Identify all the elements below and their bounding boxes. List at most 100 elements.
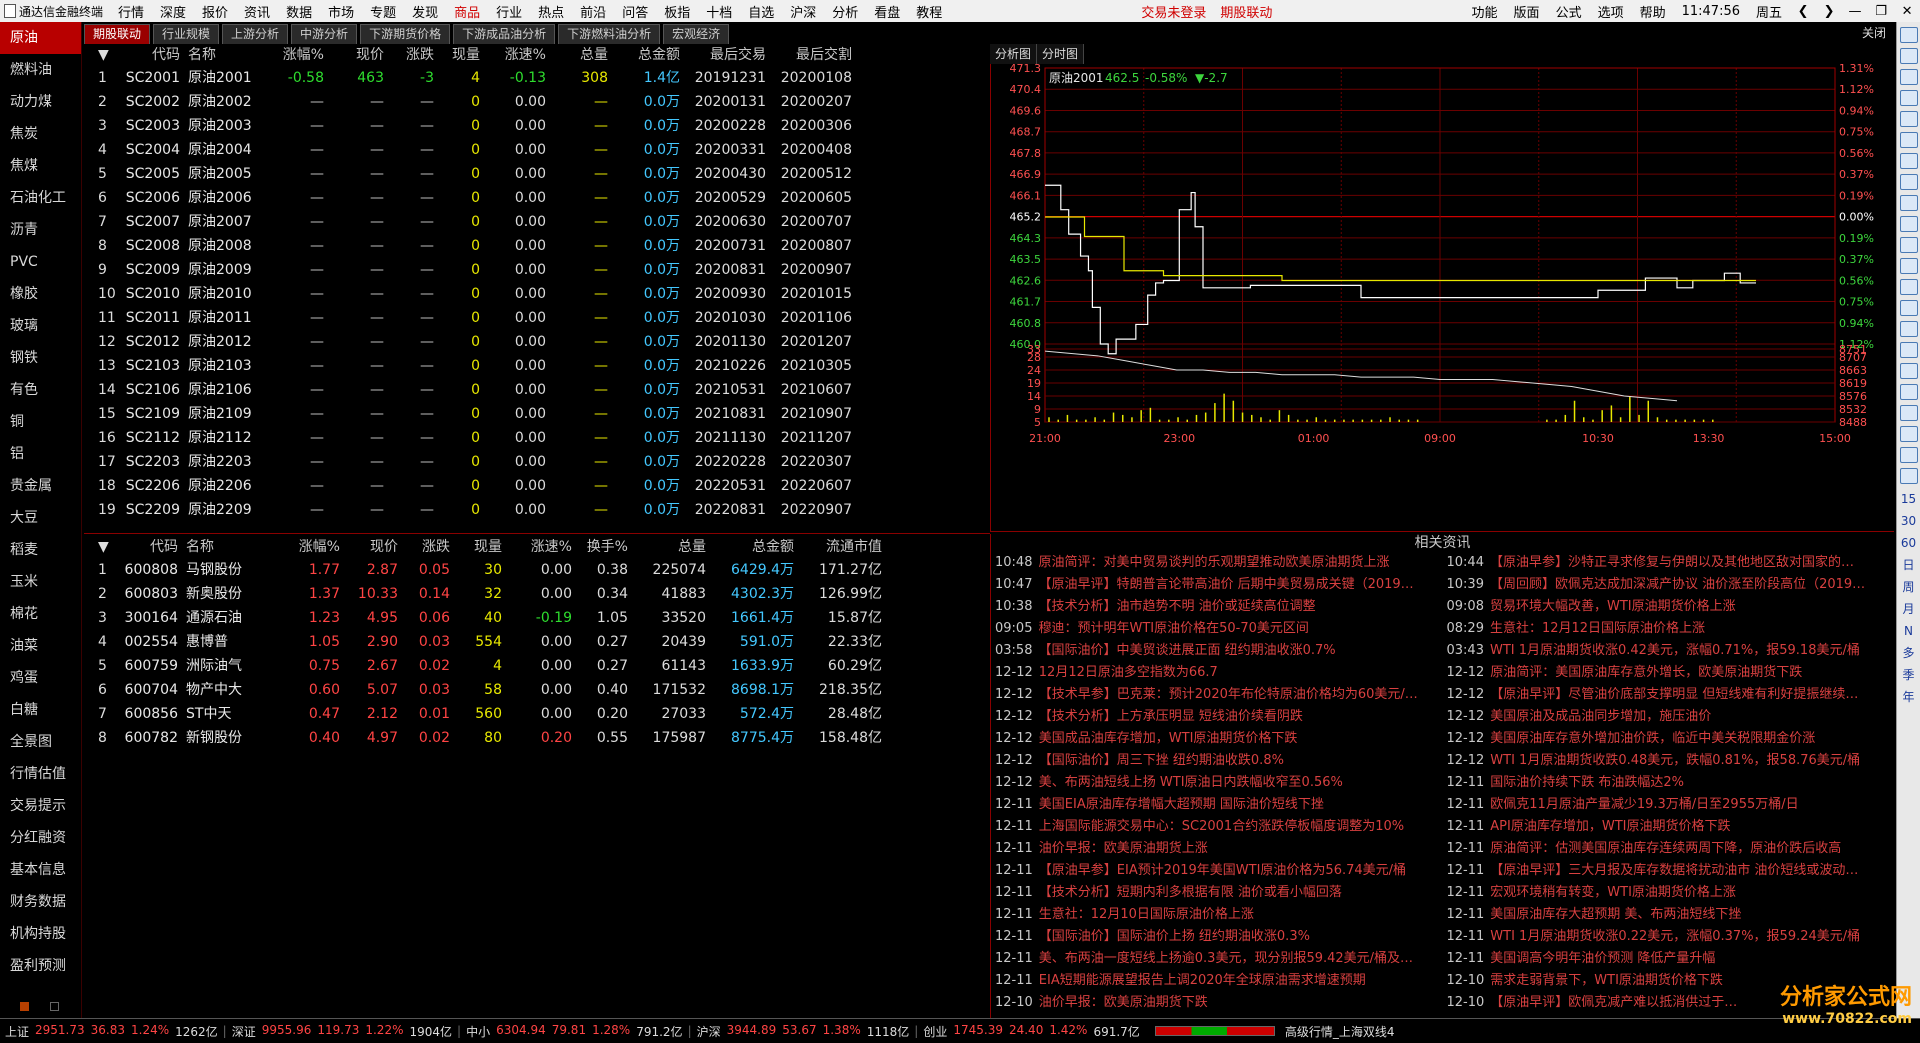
left-nav-item[interactable]: 财务数据 <box>0 886 81 918</box>
trade-login-status[interactable]: 交易未登录 <box>1134 2 1213 21</box>
left-nav-item[interactable]: 玻璃 <box>0 310 81 342</box>
table-row[interactable]: 1 600808 马钢股份 1.77 2.87 0.05 30 0.00 0.38 225074 6… <box>84 558 990 582</box>
news-item[interactable]: 12-11 【原油早参】EIA预计2019年美国WTI原油价格为56.74美元/桶 <box>995 860 1443 882</box>
toolbar-tool-icon[interactable] <box>1899 237 1918 253</box>
toolbar-tool-icon[interactable] <box>1899 216 1918 232</box>
menu-item[interactable]: 行业 <box>488 2 530 21</box>
back-icon[interactable]: ❮ <box>1790 4 1816 19</box>
table-row[interactable]: 4 SC2004 原油2004 — — — 0 0.00 — 0.0万 20200331 202004… <box>84 138 990 162</box>
left-nav-item[interactable]: 有色 <box>0 374 81 406</box>
column-header[interactable]: 现量 <box>438 44 484 66</box>
left-nav-item[interactable]: 机构持股 <box>0 918 81 950</box>
tab-6[interactable]: 下游燃料油分析 <box>558 24 661 44</box>
news-item[interactable]: 12-11 【原油早评】三大月报及库存数据将扰动油市 油价短线或波动… <box>1447 860 1895 882</box>
news-item[interactable]: 12-12 原油简评：美国原油库存意外增长，欧美原油期货下跌 <box>1447 662 1895 684</box>
period-button[interactable]: N <box>1897 620 1920 642</box>
index-quote[interactable]: 创业 1745.39 24.40 1.42% 691.7亿 <box>918 1023 1144 1040</box>
news-item[interactable]: 12-11 国际油价持续下跌 布油跌幅达2% <box>1447 772 1895 794</box>
news-item[interactable]: 12-12 【原油早评】尽管油价底部支撑明显 但短线难有利好提振继续… <box>1447 684 1895 706</box>
column-header[interactable]: 涨幅% <box>268 44 328 66</box>
column-header[interactable]: 换手% <box>576 536 632 558</box>
left-nav-item[interactable]: 动力煤 <box>0 86 81 118</box>
nav-square-icon[interactable] <box>20 1002 29 1011</box>
table-row[interactable]: 8 SC2008 原油2008 — — — 0 0.00 — 0.0万 20200731 202008… <box>84 234 990 258</box>
left-nav-item[interactable]: 贵金属 <box>0 470 81 502</box>
column-header[interactable]: 涨幅% <box>266 536 344 558</box>
left-nav-item[interactable]: 全景图 <box>0 726 81 758</box>
close-icon[interactable]: ✕ <box>1894 4 1920 19</box>
news-item[interactable]: 12-11 WTI 1月原油期货收涨0.22美元，涨幅0.37%，报59.24美元… <box>1447 926 1895 948</box>
toolbar-tool-icon[interactable] <box>1899 279 1918 295</box>
index-quote[interactable]: 中小 6304.94 79.81 1.28% 791.2亿 <box>461 1023 687 1040</box>
left-nav-item[interactable]: 白糖 <box>0 694 81 726</box>
table-row[interactable]: 2 600803 新奥股份 1.37 10.33 0.14 32 0.00 0.34 41883 4… <box>84 582 990 606</box>
news-item[interactable]: 12-12 WTI 1月原油期货收跌0.48美元，跌幅0.81%，报58.76美元… <box>1447 750 1895 772</box>
news-item[interactable]: 12-12 12月12日原油多空指数为66.7 <box>995 662 1443 684</box>
menu-item[interactable]: 问答 <box>614 2 656 21</box>
menu-item[interactable]: 热点 <box>530 2 572 21</box>
left-nav-item[interactable]: 基本信息 <box>0 854 81 886</box>
table-row[interactable]: 7 SC2007 原油2007 — — — 0 0.00 — 0.0万 20200630 202007… <box>84 210 990 234</box>
column-header[interactable]: 代码 <box>116 44 184 66</box>
news-item[interactable]: 10:44 【原油早参】沙特正寻求修复与伊朗以及其他地区敌对国家的… <box>1447 552 1895 574</box>
left-nav-item[interactable]: 大豆 <box>0 502 81 534</box>
column-header[interactable]: 现量 <box>454 536 506 558</box>
table-row[interactable]: 18 SC2206 原油2206 — — — 0 0.00 — 0.0万 20220531 20220… <box>84 474 990 498</box>
menu-item[interactable]: 板指 <box>656 2 698 21</box>
table-row[interactable]: 16 SC2112 原油2112 — — — 0 0.00 — 0.0万 20211130 20211… <box>84 426 990 450</box>
toolbar-tool-icon[interactable] <box>1899 132 1918 148</box>
sort-icon[interactable]: ▼ <box>84 44 116 66</box>
column-header[interactable]: 现价 <box>344 536 402 558</box>
left-nav-item[interactable]: 铜 <box>0 406 81 438</box>
news-item[interactable]: 12-11 生意社：12月10日国际原油价格上涨 <box>995 904 1443 926</box>
menu-item[interactable]: 沪深 <box>782 2 824 21</box>
menu-item[interactable]: 商品 <box>446 2 488 21</box>
tab-5[interactable]: 下游成品油分析 <box>453 24 556 44</box>
menu-item[interactable]: 前沿 <box>572 2 614 21</box>
menu-right-item[interactable]: 公式 <box>1548 2 1590 21</box>
left-nav-item[interactable]: 橡胶 <box>0 278 81 310</box>
news-item[interactable]: 09:08 贸易环境大幅改善，WTI原油期货价格上涨 <box>1447 596 1895 618</box>
index-quote[interactable]: 沪深 3944.89 53.67 1.38% 1118亿 <box>692 1023 915 1040</box>
news-item[interactable]: 12-11 【国际油价】国际油价上扬 纽约期油收涨0.3% <box>995 926 1443 948</box>
toolbar-tool-icon[interactable] <box>1899 48 1918 64</box>
toolbar-tool-icon[interactable] <box>1899 321 1918 337</box>
menu-item[interactable]: 报价 <box>194 2 236 21</box>
menu-item[interactable]: 数据 <box>278 2 320 21</box>
column-header[interactable]: 涨速% <box>506 536 576 558</box>
table-row[interactable]: 15 SC2109 原油2109 — — — 0 0.00 — 0.0万 20210831 20210… <box>84 402 990 426</box>
news-item[interactable]: 12-11 EIA短期能源展望报告上调2020年全球原油需求增速预期 <box>995 970 1443 992</box>
index-quote[interactable]: 深证 9955.96 119.73 1.22% 1904亿 <box>227 1023 457 1040</box>
toolbar-tool-icon[interactable] <box>1899 300 1918 316</box>
menu-item[interactable]: 行情 <box>110 2 152 21</box>
left-nav-item[interactable]: 钢铁 <box>0 342 81 374</box>
column-header[interactable]: 代码 <box>116 536 182 558</box>
news-item[interactable]: 08:29 生意社：12月12日国际原油价格上涨 <box>1447 618 1895 640</box>
left-nav-item[interactable]: 燃料油 <box>0 54 81 86</box>
news-item[interactable]: 12-11 欧佩克11月原油产量减少19.3万桶/日至2955万桶/日 <box>1447 794 1895 816</box>
period-button[interactable]: 15 <box>1897 488 1920 510</box>
tab-2[interactable]: 上游分析 <box>222 24 289 44</box>
restore-icon[interactable]: ❐ <box>1868 4 1894 19</box>
index-quote[interactable]: 上证 2951.73 36.83 1.24% 1262亿 <box>0 1023 223 1040</box>
news-item[interactable]: 12-11 美国原油库存大超预期 美、布两油短线下挫 <box>1447 904 1895 926</box>
left-nav-item[interactable]: PVC <box>0 246 81 278</box>
news-item[interactable]: 09:05 穆迪：预计明年WTI原油价格在50-70美元区间 <box>995 618 1443 640</box>
toolbar-tool-icon[interactable] <box>1899 363 1918 379</box>
toolbar-tool-icon[interactable] <box>1899 468 1918 484</box>
news-item[interactable]: 03:43 WTI 1月原油期货收涨0.42美元，涨幅0.71%，报59.18美元… <box>1447 640 1895 662</box>
column-header[interactable]: 现价 <box>328 44 388 66</box>
period-button[interactable]: 月 <box>1897 598 1920 620</box>
left-nav-item[interactable]: 行情估值 <box>0 758 81 790</box>
news-item[interactable]: 12-12 【技术分析】上方承压明显 短线油价续看阴跌 <box>995 706 1443 728</box>
left-nav-item[interactable]: 焦煤 <box>0 150 81 182</box>
column-header[interactable]: 涨跌 <box>388 44 438 66</box>
news-item[interactable]: 12-11 美、布两油一度短线上扬逾0.3美元，现分别报59.42美元/桶及… <box>995 948 1443 970</box>
menu-item[interactable]: 资讯 <box>236 2 278 21</box>
column-header[interactable]: 名称 <box>184 44 268 66</box>
news-item[interactable]: 12-11 原油简评：估测美国原油库存连续两周下降，原油价跌后收高 <box>1447 838 1895 860</box>
toolbar-tool-icon[interactable] <box>1899 447 1918 463</box>
news-item[interactable]: 12-12 美国成品油库存增加，WTI原油期货价格下跌 <box>995 728 1443 750</box>
menu-item[interactable]: 十档 <box>698 2 740 21</box>
tab-0[interactable]: 期股联动 <box>84 24 151 44</box>
